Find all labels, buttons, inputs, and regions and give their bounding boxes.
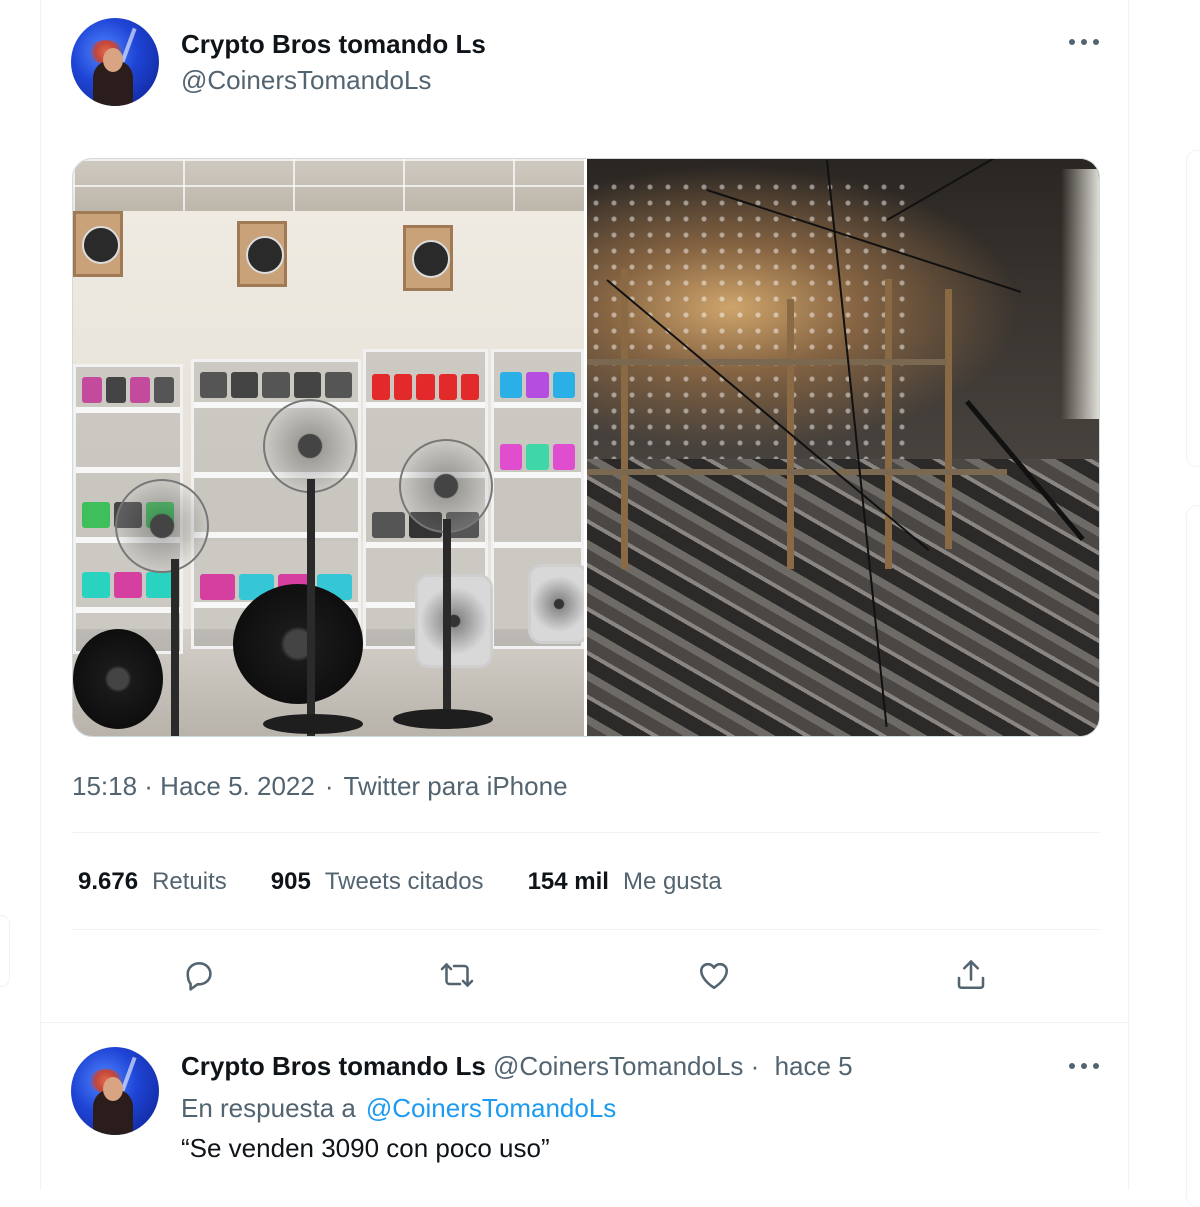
retweet-button[interactable] [432,950,482,1000]
reply-header: Crypto Bros tomando Ls @CoinersTomandoLs… [181,1051,853,1082]
reply-button[interactable] [174,950,224,1000]
stat-value: 905 [270,868,311,895]
reply-author-handle[interactable]: @CoinersTomandoLs [493,1051,743,1081]
tweet-meta: 15:18 · Hace 5. 2022 · Twitter para iPhone [72,771,568,802]
tweet-actions [72,950,1100,1000]
like-button[interactable] [689,950,739,1000]
stat-likes[interactable]: 154 mil Me gusta [528,868,722,896]
reply-separator: · [750,1051,760,1081]
stat-label: Tweets citados [324,868,484,895]
stat-value: 154 mil [527,868,609,895]
more-options-icon[interactable] [1069,37,1099,47]
share-icon [957,960,985,990]
like-icon [699,962,729,990]
divider [72,832,1100,833]
in-reply-to-mention[interactable]: @CoinersTomandoLs [366,1093,616,1123]
share-button[interactable] [946,950,996,1000]
tweet-timestamp[interactable]: 15:18 · Hace 5. 2022 [72,771,315,801]
meta-separator: · [324,771,334,801]
reply-more-options-icon[interactable] [1069,1061,1099,1071]
in-reply-to: En respuesta a @CoinersTomandoLs [181,1093,616,1124]
stat-retweets[interactable]: 9.676 Retuits [78,868,227,896]
in-reply-to-prefix: En respuesta a [181,1093,356,1123]
author-handle[interactable]: @CoinersTomandoLs [181,65,431,96]
reply-time[interactable]: hace 5 [775,1051,853,1081]
retweet-icon [440,963,474,987]
stat-value: 9.676 [78,868,139,895]
tweet-stats: 9.676 Retuits 905 Tweets citados 154 mil Me… [78,868,766,896]
sidebar-panel-edge [1186,150,1200,467]
stat-label: Me gusta [622,868,722,895]
avatar[interactable] [71,18,159,106]
divider [41,1022,1128,1023]
left-panel-edge [0,915,10,987]
reply-avatar[interactable] [71,1047,159,1135]
tweet-media[interactable] [72,158,1100,737]
media-photo-2[interactable] [587,159,1099,736]
reply-text: “Se venden 3090 con poco uso” [181,1133,550,1163]
divider [72,929,1100,930]
media-photo-1[interactable] [73,159,584,736]
stat-label: Retuits [152,868,227,895]
sidebar-panel-edge-lower [1186,505,1200,1207]
stat-quote-tweets[interactable]: 905 Tweets citados [271,868,484,896]
reply-author-display-name[interactable]: Crypto Bros tomando Ls [181,1051,486,1081]
reply-icon [186,962,212,991]
tweet-source[interactable]: Twitter para iPhone [344,771,568,801]
author-display-name[interactable]: Crypto Bros tomando Ls [181,29,486,60]
